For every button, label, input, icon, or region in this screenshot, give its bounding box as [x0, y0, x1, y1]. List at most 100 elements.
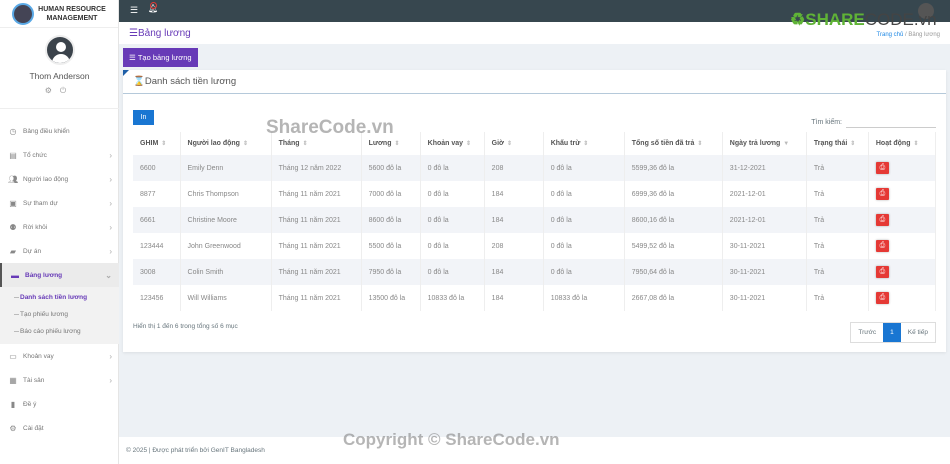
page-1-button[interactable]: 1 [883, 323, 901, 342]
breadcrumb-home[interactable]: Trang chủ [877, 32, 904, 38]
table-cell: Christine Moore [180, 207, 272, 233]
table-cell: 7950 đô la [361, 259, 421, 285]
submenu-item[interactable]: Danh sách tiền lương [0, 289, 119, 306]
sidebar-item[interactable]: 👥︎ Người lao động › [0, 167, 119, 191]
table-cell: Trả [806, 259, 869, 285]
table-cell: Chris Thompson [180, 181, 272, 207]
table-cell: 2021-12-01 [722, 181, 807, 207]
print-payslip-button[interactable]: ⎙ [875, 240, 889, 252]
sidebar-item-label: Sự tham dự [23, 199, 58, 207]
bag-icon: ▮ [10, 399, 16, 409]
create-payroll-label: Tạo bảng lương [137, 53, 192, 62]
print-payslip-button[interactable]: ⎙ [875, 188, 889, 200]
print-payslip-button[interactable]: ⎙ [875, 292, 889, 304]
footer-text: © 2025 | Được phát triển bởi GenIT Bangl… [126, 447, 265, 454]
print-payslip-button[interactable]: ⎙ [875, 162, 889, 174]
create-payroll-button[interactable]: ☰ Tạo bảng lương [123, 48, 198, 67]
column-header[interactable]: Khoản vay ⇕ [420, 132, 485, 155]
power-icon[interactable]: ⏻ [60, 86, 74, 95]
column-header[interactable]: Khấu trừ ⇕ [543, 132, 625, 155]
table-cell: 0 đô la [543, 181, 625, 207]
sharecode-watermark-logo: ♻SHARECODE.vn [790, 10, 937, 29]
printer-icon: ⎙ [879, 268, 886, 275]
table-cell: 2021-12-01 [722, 207, 807, 233]
list-icon: ☰ [129, 53, 138, 62]
sidebar-item-label: Cài đặt [23, 424, 44, 432]
table-cell: Tháng 12 năm 2022 [271, 155, 362, 181]
table-cell: 208 [484, 233, 544, 259]
table-cell: 5500 đô la [361, 233, 421, 259]
print-payslip-button[interactable]: ⎙ [875, 266, 889, 278]
column-header[interactable]: Ngày trả lương ▼ [722, 132, 807, 155]
search-label: Tìm kiếm: [811, 118, 842, 126]
sidebar-item[interactable]: ⚉ Rời khỏi › [0, 215, 119, 239]
grid-icon: ▦ [9, 375, 17, 385]
table-cell: 10833 đô la [543, 285, 625, 311]
menu-toggle-icon[interactable]: ☰ [130, 5, 138, 16]
sidebar-item[interactable]: ◷ Bảng điều khiển [0, 119, 119, 143]
sidebar-item[interactable]: ▤ Tổ chức › [0, 143, 119, 167]
logo-line2: MANAGEMENT [46, 14, 98, 22]
table-row: 123444 John Greenwood Tháng 11 năm 2021 550… [133, 233, 937, 259]
table-cell: 30-11-2021 [722, 285, 807, 311]
table-cell: 184 [484, 181, 544, 207]
table-cell: 184 [484, 207, 544, 233]
column-header[interactable]: Hoạt động ⇕ [868, 132, 937, 155]
column-header[interactable]: Trạng thái ⇕ [806, 132, 869, 155]
table-cell: Tháng 11 năm 2021 [271, 181, 362, 207]
sort-icon: ⇕ [394, 141, 400, 147]
table-cell: 0 đô la [420, 259, 485, 285]
sidebar-item[interactable]: ▮ Đề ý [0, 392, 119, 416]
column-header[interactable]: Người lao động ⇕ [180, 132, 272, 155]
table-cell: Trả [806, 233, 869, 259]
building-icon: ▤ [9, 150, 17, 160]
table-cell: 0 đô la [420, 181, 485, 207]
table-cell: 0 đô la [543, 207, 625, 233]
table-cell: 8600 đô la [361, 207, 421, 233]
sidebar-menu: ◷ Bảng điều khiển ▤ Tổ chức › 👥︎ Người lao độn… [0, 119, 119, 440]
table-row: 123456 Will Williams Tháng 11 năm 2021 1350… [133, 285, 937, 311]
table-cell: Colin Smith [180, 259, 272, 285]
sidebar-item[interactable]: ▭ Khoản vay › [0, 344, 119, 368]
clipboard-icon: ▣ [9, 198, 17, 208]
column-header[interactable]: Giờ ⇕ [484, 132, 544, 155]
sidebar-item[interactable]: ⚙ Cài đặt [0, 416, 119, 440]
payroll-icon: ▬ [11, 270, 19, 280]
sidebar-item-label: Bảng điều khiển [23, 127, 70, 135]
sidebar-item[interactable]: ▣ Sự tham dự › [0, 191, 119, 215]
table-cell: 6600 [133, 155, 181, 181]
sort-icon: ⇕ [913, 141, 919, 147]
dashboard-icon: ◷ [9, 126, 17, 136]
action-cell: ⎙ [868, 207, 937, 233]
app-logo[interactable]: HUMAN RESOURCE MANAGEMENT [0, 0, 118, 28]
table-cell: 13500 đô la [361, 285, 421, 311]
table-cell: 5499,52 đô la [624, 233, 723, 259]
table-cell: 184 [484, 285, 544, 311]
search-input[interactable] [846, 116, 936, 128]
chevron-icon: › [109, 222, 112, 232]
table-cell: 6999,36 đô la [624, 181, 723, 207]
print-payslip-button[interactable]: ⎙ [875, 214, 889, 226]
action-cell: ⎙ [868, 233, 937, 259]
avatar[interactable] [45, 35, 75, 65]
next-button[interactable]: Kế tiếp [901, 323, 935, 342]
table-cell: 8600,16 đô la [624, 207, 723, 233]
column-header[interactable]: GHIM ⇕ [133, 132, 181, 155]
table-cell: Will Williams [180, 285, 272, 311]
table-cell: 6661 [133, 207, 181, 233]
table-cell: Tháng 11 năm 2021 [271, 233, 362, 259]
sidebar-item[interactable]: ▦ Tài sản › [0, 368, 119, 392]
print-button[interactable]: In [133, 110, 154, 125]
table-cell: 0 đô la [543, 259, 625, 285]
sidebar-item[interactable]: ▬ Bảng lương ⌄ [0, 263, 119, 287]
submenu-item[interactable]: Báo cáo phiếu lương [0, 323, 119, 340]
prev-button[interactable]: Trước [851, 323, 883, 342]
table-row: 8877 Chris Thompson Tháng 11 năm 2021 7000 … [133, 181, 937, 207]
sidebar-item[interactable]: ▰ Dự án › [0, 239, 119, 263]
settings-icon[interactable]: ⚙ [45, 86, 60, 95]
sidebar-item-label: Tài sản [23, 376, 45, 384]
column-header[interactable]: Tổng số tiền đã trả ⇕ [624, 132, 723, 155]
submenu-item[interactable]: Tạo phiếu lương [0, 306, 119, 323]
breadcrumb: Trang chủ / Bảng lương [877, 32, 940, 38]
table-cell: 2667,08 đô la [624, 285, 723, 311]
